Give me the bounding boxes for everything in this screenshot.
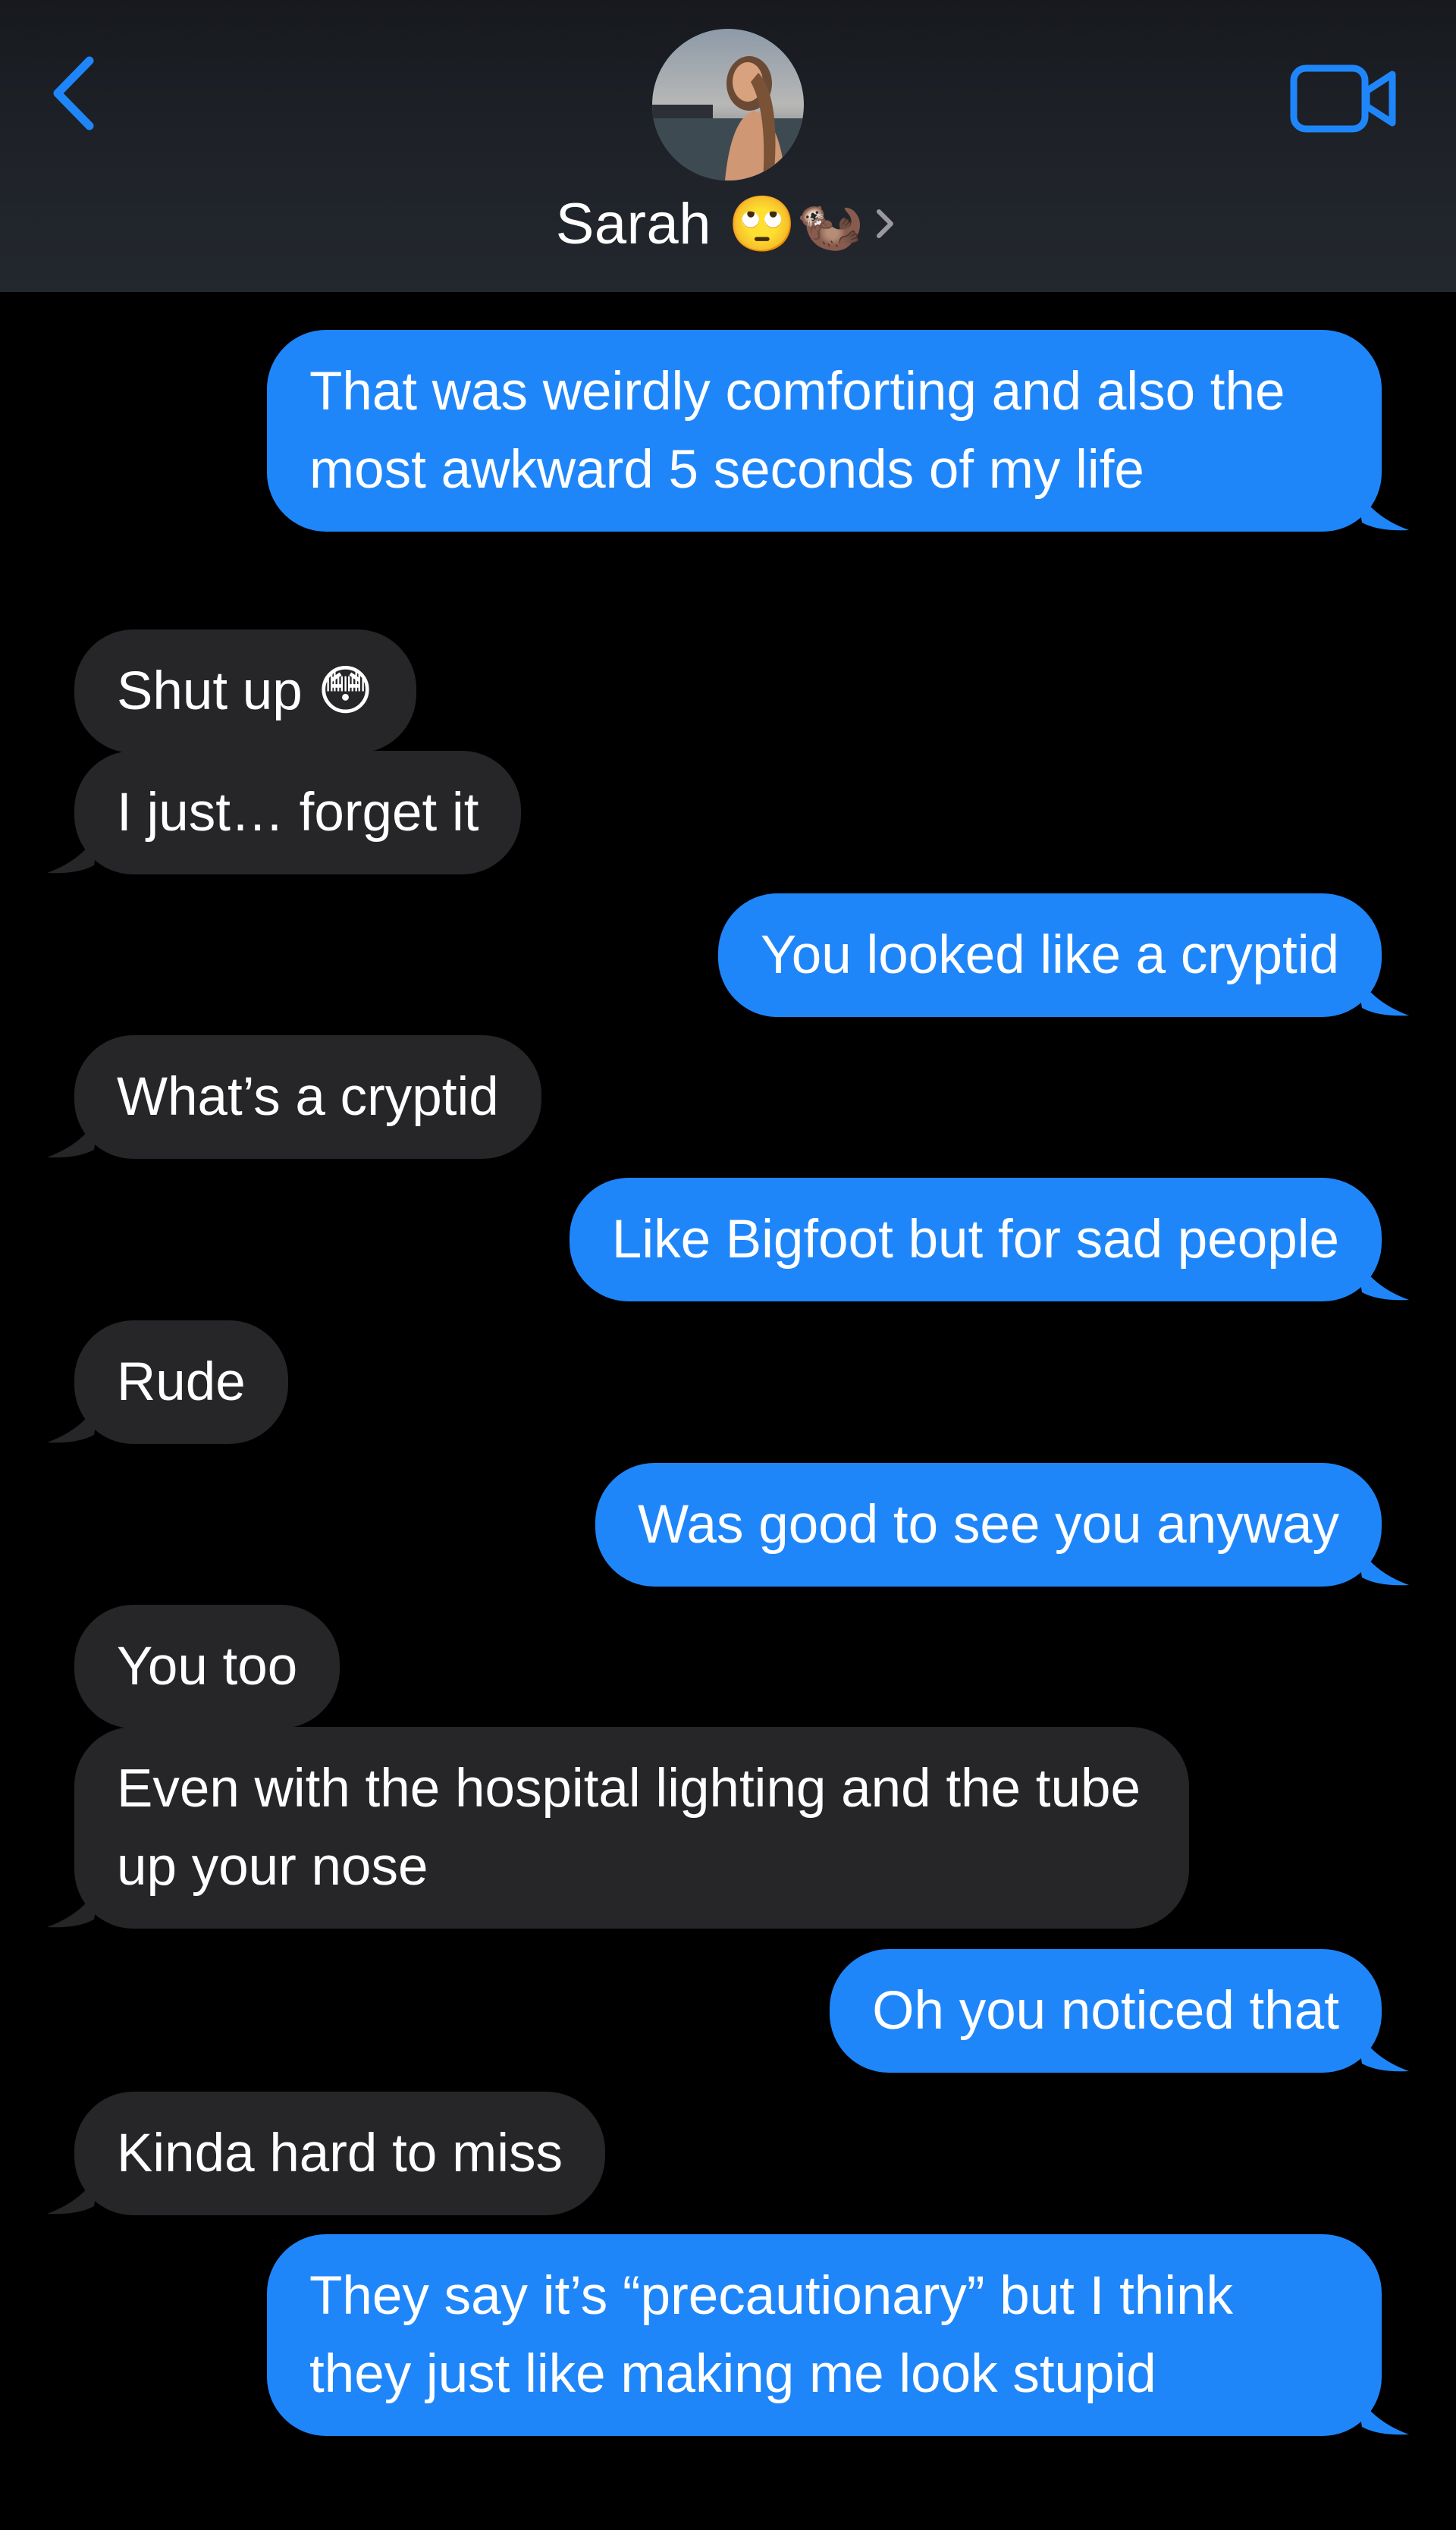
bubble-tail — [47, 829, 100, 874]
message-text: You looked like a cryptid — [760, 925, 1339, 985]
sent-message-bubble[interactable]: They say it’s “precautionary” but I thin… — [267, 2234, 1409, 2436]
message-text: What’s a cryptid — [117, 1067, 499, 1127]
message-text: You too — [117, 1637, 298, 1697]
received-message-bubble[interactable]: What’s a cryptid — [47, 1035, 541, 1159]
received-message-bubble[interactable]: Even with the hospital lighting and the … — [47, 1727, 1189, 1929]
received-message-bubble[interactable]: You too — [74, 1605, 340, 1728]
bubble-tail — [47, 2170, 100, 2215]
facetime-video-button[interactable] — [1289, 62, 1400, 135]
received-message-bubble[interactable]: I just… forget it — [47, 751, 522, 874]
received-message-bubble[interactable]: Shut up 😳 — [74, 629, 416, 753]
sent-message-bubble[interactable]: You looked like a cryptid — [717, 893, 1409, 1017]
bubble-tail — [47, 1113, 100, 1158]
bubble-tail — [47, 1398, 100, 1443]
video-camera-icon — [1290, 64, 1396, 133]
contact-name-row[interactable]: Sarah 🙄🦦 — [0, 186, 1456, 262]
message-text: Even with the hospital lighting and the … — [117, 1759, 1141, 1897]
chevron-right-icon — [877, 209, 894, 238]
sent-message-bubble[interactable]: Like Bigfoot but for sad people — [569, 1178, 1409, 1301]
sent-message-bubble[interactable]: That was weirdly comforting and also the… — [267, 330, 1409, 532]
bubble-tail — [1356, 1541, 1409, 1586]
sent-message-bubble[interactable]: Oh you noticed that — [830, 1949, 1409, 2073]
contact-emoji: 🙄🦦 — [728, 192, 864, 256]
contact-name: Sarah — [555, 191, 711, 256]
bubble-tail — [1356, 486, 1409, 531]
conversation-header: Sarah 🙄🦦 — [0, 0, 1456, 292]
bubble-tail — [1356, 2390, 1409, 2435]
bubble-tail — [1356, 1256, 1409, 1301]
chevron-left-icon — [53, 56, 94, 130]
message-text: Rude — [117, 1352, 246, 1412]
received-message-bubble[interactable]: Rude — [47, 1320, 288, 1444]
message-text: They say it’s “precautionary” but I thin… — [309, 2266, 1234, 2404]
bubble-tail — [47, 1883, 100, 1928]
contact-avatar[interactable] — [652, 29, 804, 180]
contact-photo — [652, 29, 804, 180]
message-text: I just… forget it — [117, 783, 479, 843]
message-text: Oh you noticed that — [872, 1981, 1339, 2041]
back-button[interactable] — [47, 52, 108, 135]
message-text: Was good to see you anyway — [638, 1495, 1339, 1555]
message-text: Like Bigfoot but for sad people — [611, 1210, 1339, 1270]
received-message-bubble[interactable]: Kinda hard to miss — [47, 2092, 606, 2215]
sent-message-bubble[interactable]: Was good to see you anyway — [595, 1463, 1409, 1587]
bubble-tail — [1356, 2027, 1409, 2072]
message-text: Kinda hard to miss — [117, 2124, 563, 2183]
bubble-tail — [1356, 972, 1409, 1016]
message-text: That was weirdly comforting and also the… — [309, 362, 1285, 500]
message-text: Shut up 😳 — [117, 661, 374, 721]
